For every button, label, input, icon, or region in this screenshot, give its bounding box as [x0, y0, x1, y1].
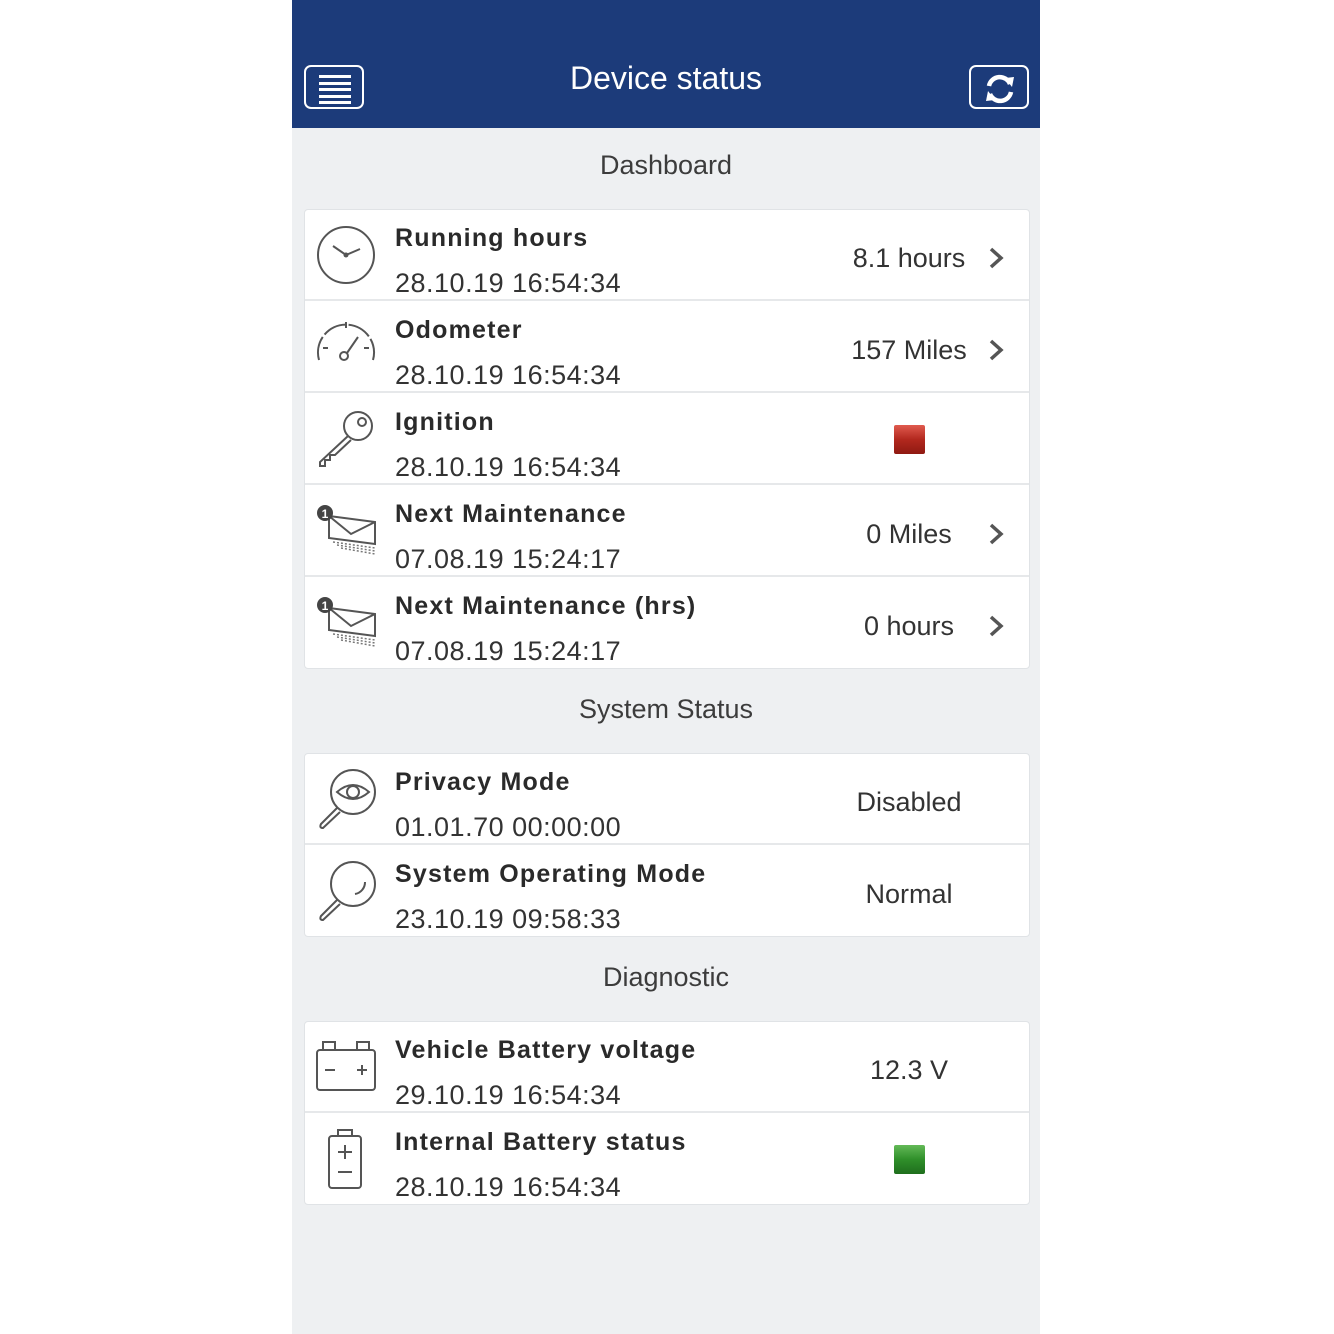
row-label: Next Maintenance — [395, 500, 627, 528]
row-timestamp: 23.10.19 09:58:33 — [395, 904, 622, 934]
app-screen: Device status Dashboard Running hours 28… — [292, 0, 1040, 1334]
row-label: Internal Battery status — [395, 1128, 687, 1156]
car-battery-icon — [316, 1041, 376, 1091]
magnifier-eye-icon — [319, 769, 376, 830]
row-timestamp: 07.08.19 15:24:17 — [395, 636, 622, 666]
row-label: Next Maintenance (hrs) — [395, 592, 697, 620]
row-system-operating-mode: System Operating Mode 23.10.19 09:58:33 … — [305, 846, 1029, 937]
chevron-right-icon[interactable] — [987, 338, 1005, 362]
section-title-dashboard: Dashboard — [599, 150, 733, 180]
row-internal-battery-status: Internal Battery status 28.10.19 16:54:3… — [305, 1114, 1029, 1205]
clock-icon — [317, 226, 375, 284]
internal-battery-status-indicator — [894, 1145, 925, 1174]
row-value: 8.1 hours — [852, 243, 966, 273]
refresh-button[interactable] — [969, 65, 1029, 109]
row-label: Vehicle Battery voltage — [395, 1036, 697, 1064]
row-label: Odometer — [395, 316, 523, 344]
row-value: 0 hours — [863, 611, 955, 641]
row-next-maintenance[interactable]: 1 Next Maintenance 07.08.19 15:24:17 0 M… — [305, 486, 1029, 577]
section-title-system-status: System Status — [578, 694, 754, 724]
row-label: Privacy Mode — [395, 768, 571, 796]
row-label: System Operating Mode — [395, 860, 707, 888]
row-label: Ignition — [395, 408, 495, 436]
chevron-right-icon[interactable] — [987, 246, 1005, 270]
row-value: 12.3 V — [869, 1055, 949, 1085]
row-value: Normal — [865, 879, 953, 909]
row-timestamp: 28.10.19 16:54:34 — [395, 268, 622, 298]
refresh-icon — [986, 74, 1014, 104]
row-running-hours[interactable]: Running hours 28.10.19 16:54:34 8.1 hour… — [305, 210, 1029, 301]
mail-badge-icon: 1 — [317, 597, 376, 647]
row-privacy-mode: Privacy Mode 01.01.70 00:00:00 Disabled — [305, 754, 1029, 845]
svg-text:1: 1 — [322, 507, 329, 521]
page-title: Device status — [569, 60, 763, 96]
mail-badge-icon: 1 — [317, 505, 376, 555]
row-odometer[interactable]: Odometer 28.10.19 16:54:34 157 Miles — [305, 302, 1029, 393]
row-value: 0 Miles — [866, 519, 952, 549]
row-timestamp: 29.10.19 16:54:34 — [395, 1080, 622, 1110]
app-header: Device status — [292, 0, 1040, 128]
row-value: 157 Miles — [851, 335, 967, 365]
speedometer-icon — [317, 322, 375, 361]
magnifier-icon — [319, 861, 376, 922]
battery-icon — [328, 1129, 362, 1189]
diagnostic-card: Vehicle Battery voltage 29.10.19 16:54:3… — [304, 1021, 1030, 1205]
chevron-right-icon[interactable] — [987, 614, 1005, 638]
ignition-status-indicator — [894, 425, 925, 454]
svg-text:1: 1 — [322, 599, 329, 613]
row-timestamp: 01.01.70 00:00:00 — [395, 812, 622, 842]
section-title-diagnostic: Diagnostic — [602, 962, 730, 992]
row-vehicle-battery-voltage: Vehicle Battery voltage 29.10.19 16:54:3… — [305, 1022, 1029, 1113]
chevron-right-icon[interactable] — [987, 522, 1005, 546]
dashboard-card: Running hours 28.10.19 16:54:34 8.1 hour… — [304, 209, 1030, 669]
row-next-maintenance-hrs[interactable]: 1 Next Maintenance (hrs) 07.08.19 15:24:… — [305, 578, 1029, 669]
key-icon — [319, 411, 373, 467]
row-timestamp: 28.10.19 16:54:34 — [395, 1172, 622, 1202]
row-ignition: Ignition 28.10.19 16:54:34 — [305, 394, 1029, 485]
row-value: Disabled — [856, 787, 962, 817]
row-timestamp: 28.10.19 16:54:34 — [395, 360, 622, 390]
system-status-card: Privacy Mode 01.01.70 00:00:00 Disabled … — [304, 753, 1030, 937]
row-timestamp: 07.08.19 15:24:17 — [395, 544, 622, 574]
row-label: Running hours — [395, 224, 589, 252]
row-timestamp: 28.10.19 16:54:34 — [395, 452, 622, 482]
